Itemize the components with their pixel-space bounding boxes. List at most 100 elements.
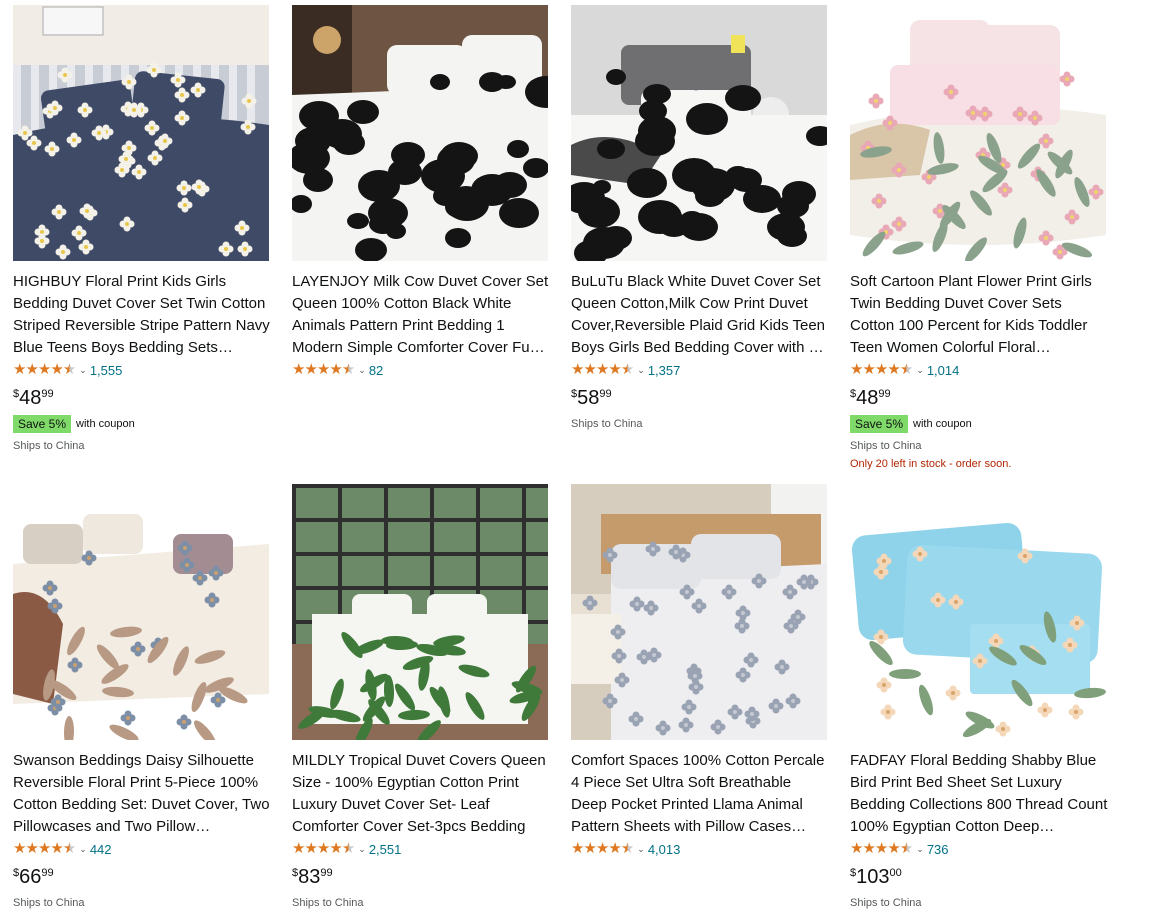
rating-row: ★ ★ ★ ★ ★ ⌄ 1,014	[850, 361, 1108, 379]
product-title[interactable]: Swanson Beddings Daisy Silhouette Revers…	[13, 750, 271, 838]
chevron-down-icon[interactable]: ⌄	[637, 365, 645, 376]
star-icon: ★	[874, 361, 888, 378]
star-icon: ★	[329, 361, 342, 378]
star-icon: ★	[595, 840, 609, 857]
shipping-info: Ships to China	[13, 440, 85, 452]
chevron-down-icon[interactable]: ⌄	[916, 365, 924, 376]
star-rating[interactable]: ★ ★ ★ ★ ★	[850, 840, 913, 857]
coupon-badge[interactable]: Save 5%	[850, 415, 909, 433]
product-title[interactable]: HIGHBUY Floral Print Kids Girls Bedding …	[13, 271, 271, 359]
product-card-3[interactable]: BuLuTu Black White Duvet Cover Set Queen…	[571, 5, 829, 431]
star-icon: ★	[50, 361, 63, 378]
product-image-daisy-silhouette-bedding[interactable]	[13, 484, 269, 740]
review-count[interactable]: 1,014	[927, 363, 960, 378]
shipping-info: Ships to China	[292, 897, 364, 909]
product-price[interactable]: $ 83 99	[292, 866, 550, 890]
star-icon: ★	[37, 840, 51, 857]
product-price[interactable]: $ 103 00	[850, 866, 1108, 890]
star-rating[interactable]: ★ ★ ★ ★ ★	[850, 361, 913, 378]
rating-row: ★ ★ ★ ★ ★ ⌄ 4,013	[571, 840, 829, 858]
product-image-tropical-leaf-bedding[interactable]	[292, 484, 548, 740]
chevron-down-icon[interactable]: ⌄	[358, 365, 366, 376]
price-fraction: 99	[599, 388, 612, 400]
star-icon: ★	[620, 840, 634, 857]
product-image-cow-print-bedding-gray-headboard[interactable]	[571, 5, 827, 261]
star-icon: ★	[292, 361, 305, 378]
review-count[interactable]: 1,357	[648, 363, 681, 378]
product-price[interactable]: $ 66 99	[13, 866, 271, 890]
price-fraction: 99	[320, 867, 333, 879]
product-card-8[interactable]: FADFAY Floral Bedding Shabby Blue Bird P…	[850, 484, 1108, 910]
star-icon: ★	[583, 840, 596, 857]
product-title[interactable]: FADFAY Floral Bedding Shabby Blue Bird P…	[850, 750, 1108, 838]
rating-row: ★ ★ ★ ★ ★ ⌄ 1,357	[571, 361, 829, 379]
star-icon: ★	[887, 361, 900, 378]
star-icon: ★	[899, 361, 913, 378]
chevron-down-icon[interactable]: ⌄	[79, 365, 87, 376]
product-card-1[interactable]: HIGHBUY Floral Print Kids Girls Bedding …	[13, 5, 271, 453]
review-count[interactable]: 82	[369, 363, 383, 378]
product-card-5[interactable]: Swanson Beddings Daisy Silhouette Revers…	[13, 484, 271, 910]
star-rating[interactable]: ★ ★ ★ ★ ★	[292, 840, 355, 857]
chevron-down-icon[interactable]: ⌄	[79, 844, 87, 855]
star-icon: ★	[620, 361, 634, 378]
llama-sheet-set-illustration	[571, 484, 827, 740]
price-fraction: 99	[41, 388, 54, 400]
product-title[interactable]: MILDLY Tropical Duvet Covers Queen Size …	[292, 750, 550, 838]
product-card-7[interactable]: Comfort Spaces 100% Cotton Percale 4 Pie…	[571, 484, 829, 858]
product-image-pastel-floral-bedding[interactable]	[850, 5, 1106, 261]
star-icon: ★	[304, 361, 317, 378]
star-rating[interactable]: ★ ★ ★ ★ ★	[571, 840, 634, 857]
product-image-cow-print-bedding[interactable]	[292, 5, 548, 261]
product-price[interactable]: $ 48 99	[850, 387, 1108, 411]
star-rating[interactable]: ★ ★ ★ ★ ★	[13, 840, 76, 857]
star-icon: ★	[571, 361, 584, 378]
product-title[interactable]: LAYENJOY Milk Cow Duvet Cover Set Queen …	[292, 271, 550, 359]
product-image-llama-sheet-set[interactable]	[571, 484, 827, 740]
chevron-down-icon[interactable]: ⌄	[916, 844, 924, 855]
coupon-badge[interactable]: Save 5%	[13, 415, 72, 433]
review-count[interactable]: 4,013	[648, 842, 681, 857]
product-card-6[interactable]: MILDLY Tropical Duvet Covers Queen Size …	[292, 484, 550, 910]
review-count[interactable]: 1,555	[90, 363, 123, 378]
star-icon: ★	[25, 840, 38, 857]
star-icon: ★	[62, 361, 76, 378]
star-rating[interactable]: ★ ★ ★ ★ ★	[571, 361, 634, 378]
product-image-blue-bird-floral-sheets[interactable]	[850, 484, 1106, 740]
star-rating[interactable]: ★ ★ ★ ★ ★	[13, 361, 76, 378]
product-card-4[interactable]: Soft Cartoon Plant Flower Print Girls Tw…	[850, 5, 1108, 471]
review-count[interactable]: 442	[90, 842, 112, 857]
cow-print-bedding-illustration	[292, 5, 548, 261]
coupon-row: Save 5% with coupon	[850, 415, 1108, 433]
product-price[interactable]: $ 58 99	[571, 387, 829, 411]
review-count[interactable]: 2,551	[369, 842, 402, 857]
coupon-row: Save 5% with coupon	[13, 415, 271, 433]
star-icon: ★	[292, 840, 305, 857]
rating-row: ★ ★ ★ ★ ★ ⌄ 2,551	[292, 840, 550, 858]
review-count[interactable]: 736	[927, 842, 949, 857]
navy-floral-bedding-illustration	[13, 5, 269, 261]
product-card-2[interactable]: LAYENJOY Milk Cow Duvet Cover Set Queen …	[292, 5, 550, 379]
price-whole: 103	[856, 866, 890, 888]
star-icon: ★	[862, 361, 875, 378]
product-title[interactable]: BuLuTu Black White Duvet Cover Set Queen…	[571, 271, 829, 359]
star-icon: ★	[50, 840, 63, 857]
star-rating[interactable]: ★ ★ ★ ★ ★	[292, 361, 355, 378]
chevron-down-icon[interactable]: ⌄	[358, 844, 366, 855]
star-icon: ★	[887, 840, 900, 857]
shipping-info: Ships to China	[850, 897, 922, 909]
product-image-navy-floral-bedding[interactable]	[13, 5, 269, 261]
star-icon: ★	[316, 361, 330, 378]
star-icon: ★	[850, 361, 863, 378]
cow-print-bedding-gray-headboard-illustration	[571, 5, 827, 261]
chevron-down-icon[interactable]: ⌄	[637, 844, 645, 855]
product-price[interactable]: $ 48 99	[13, 387, 271, 411]
star-icon: ★	[316, 840, 330, 857]
product-title[interactable]: Comfort Spaces 100% Cotton Percale 4 Pie…	[571, 750, 829, 838]
star-icon: ★	[25, 361, 38, 378]
star-icon: ★	[899, 840, 913, 857]
price-whole: 48	[19, 387, 42, 409]
product-title[interactable]: Soft Cartoon Plant Flower Print Girls Tw…	[850, 271, 1108, 359]
price-whole: 83	[298, 866, 321, 888]
star-icon: ★	[62, 840, 76, 857]
